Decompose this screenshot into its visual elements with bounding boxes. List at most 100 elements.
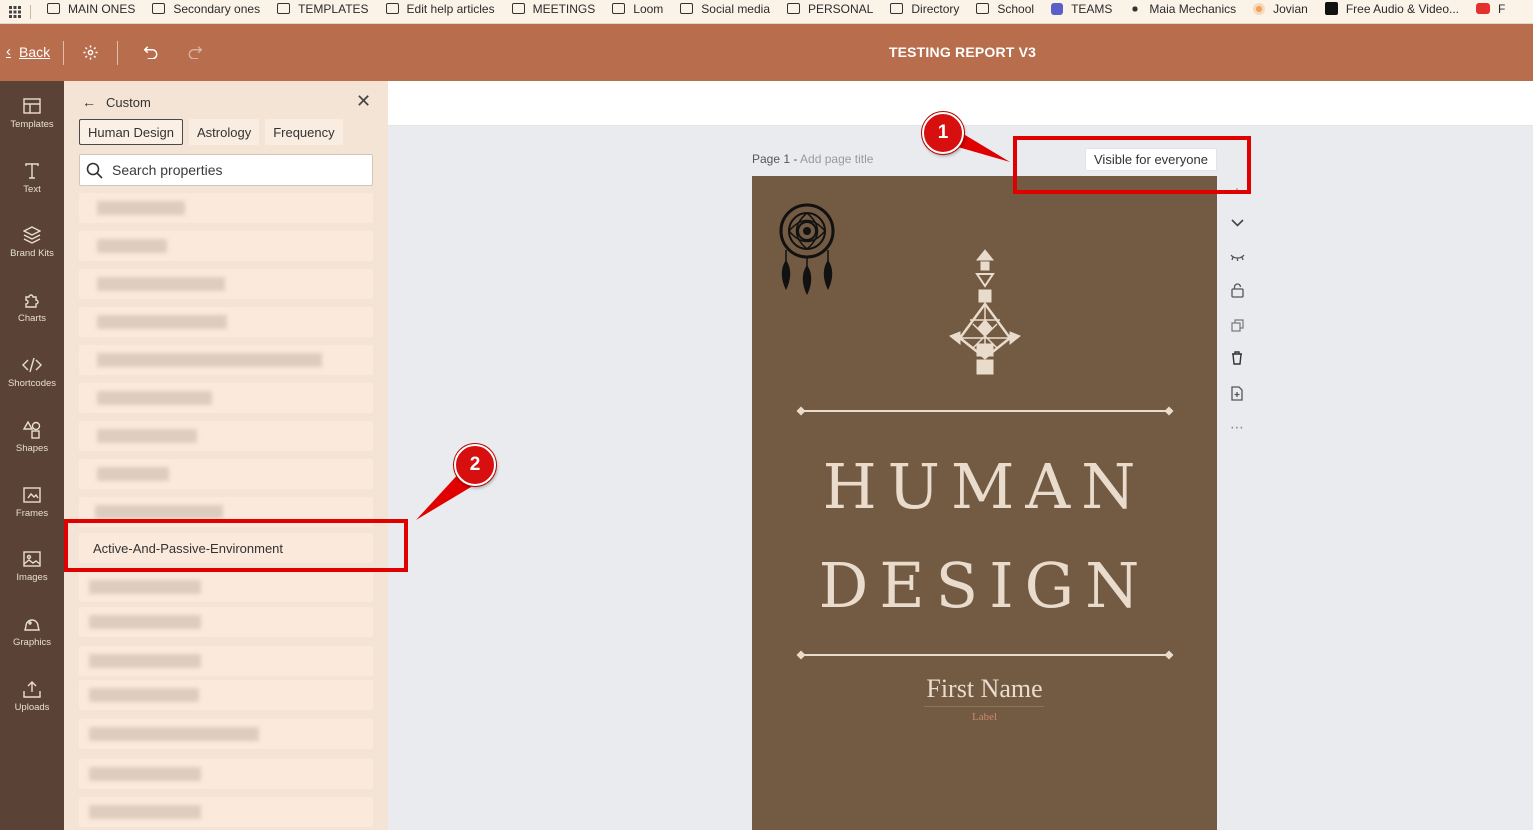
property-item[interactable] xyxy=(79,383,373,413)
bookmark-youtube[interactable]: F xyxy=(1476,2,1505,16)
bookmark-maia-mechanics[interactable]: Maia Mechanics xyxy=(1129,2,1236,16)
property-item[interactable] xyxy=(79,680,373,710)
divider-bottom xyxy=(796,650,1174,660)
bookmark-main-ones[interactable]: MAIN ONES xyxy=(47,2,135,16)
bookmark-school[interactable]: School xyxy=(976,2,1034,16)
bookmark-teams[interactable]: TEAMS xyxy=(1051,2,1112,16)
first-name-text[interactable]: First Name xyxy=(752,674,1217,704)
bookmarks-bar: MAIN ONES Secondary ones TEMPLATES Edit … xyxy=(0,0,1533,24)
bookmark-directory[interactable]: Directory xyxy=(890,2,959,16)
folder-icon xyxy=(385,3,399,14)
folder-icon xyxy=(511,3,525,14)
close-icon[interactable]: ✕ xyxy=(356,92,371,110)
folder-icon xyxy=(277,3,291,14)
properties-panel: ← Custom ✕ Human Design Astrology Freque… xyxy=(64,81,388,830)
tab-human-design[interactable]: Human Design xyxy=(79,119,183,145)
search-icon xyxy=(86,161,104,179)
duplicate-icon[interactable] xyxy=(1226,314,1248,336)
more-options-icon[interactable]: ⋯ xyxy=(1226,416,1248,438)
rail-item-text[interactable]: Text xyxy=(0,160,64,216)
property-item[interactable] xyxy=(79,719,373,749)
report-page[interactable]: HUMAN DESIGN First Name Label xyxy=(752,176,1217,830)
property-item[interactable] xyxy=(79,797,373,827)
folder-icon xyxy=(890,3,904,14)
graphics-icon xyxy=(23,613,41,635)
property-item[interactable] xyxy=(79,607,373,637)
folder-icon xyxy=(976,3,990,14)
youtube-icon xyxy=(1476,3,1490,14)
folder-icon xyxy=(612,3,626,14)
property-item[interactable] xyxy=(79,421,373,451)
bookmark-secondary-ones[interactable]: Secondary ones xyxy=(152,2,260,16)
bookmark-templates[interactable]: TEMPLATES xyxy=(277,2,369,16)
bookmark-meetings[interactable]: MEETINGS xyxy=(511,2,595,16)
frames-icon xyxy=(23,484,41,506)
folder-icon xyxy=(152,3,166,14)
panel-title: Custom xyxy=(106,94,151,110)
name-underline xyxy=(924,706,1044,707)
brand-kits-icon xyxy=(23,224,41,246)
trash-icon[interactable] xyxy=(1226,347,1248,369)
add-page-title-link[interactable]: Add page title xyxy=(800,152,873,166)
images-icon xyxy=(23,548,41,570)
rail-item-frames[interactable]: Frames xyxy=(0,484,64,540)
bookmarks-divider xyxy=(30,4,31,19)
property-item[interactable] xyxy=(79,231,373,261)
add-page-icon[interactable] xyxy=(1226,382,1248,404)
shapes-icon xyxy=(23,419,41,441)
hide-eye-icon[interactable] xyxy=(1226,246,1248,268)
apps-grid-icon[interactable] xyxy=(0,5,30,18)
bodygraph-icon xyxy=(949,249,1021,375)
title-line-1: HUMAN xyxy=(822,450,1147,523)
rail-item-uploads[interactable]: Uploads xyxy=(0,678,64,734)
bookmark-jovian[interactable]: Jovian xyxy=(1253,2,1308,16)
arrow-left-icon[interactable]: ← xyxy=(82,94,96,110)
folder-icon xyxy=(680,3,694,14)
rail-item-graphics[interactable]: Graphics xyxy=(0,613,64,669)
property-item[interactable] xyxy=(79,193,373,223)
annotation-box-1 xyxy=(1013,136,1251,194)
teams-icon xyxy=(1051,2,1064,15)
audio-icon xyxy=(1324,2,1338,15)
property-item[interactable] xyxy=(79,646,373,676)
lock-icon[interactable] xyxy=(1226,279,1248,301)
rail-item-brand-kits[interactable]: Brand Kits xyxy=(0,224,64,280)
property-item[interactable] xyxy=(79,572,373,602)
bookmark-loom[interactable]: Loom xyxy=(612,2,663,16)
maia-icon xyxy=(1129,2,1142,15)
property-item[interactable] xyxy=(79,759,373,789)
rail-item-shapes[interactable]: Shapes xyxy=(0,419,64,475)
bookmark-personal[interactable]: PERSONAL xyxy=(787,2,873,16)
bookmark-social-media[interactable]: Social media xyxy=(680,2,770,16)
search-properties-input[interactable] xyxy=(112,162,362,178)
property-item[interactable] xyxy=(79,345,373,375)
templates-icon xyxy=(23,95,41,117)
jovian-icon xyxy=(1253,2,1266,15)
document-title: TESTING REPORT V3 xyxy=(888,44,1037,60)
chevron-down-icon[interactable] xyxy=(1226,212,1248,234)
title-line-2: DESIGN xyxy=(818,549,1151,622)
text-icon xyxy=(24,160,40,182)
property-item[interactable] xyxy=(79,269,373,299)
annotation-badge-2: 2 xyxy=(454,444,496,486)
property-item[interactable] xyxy=(79,459,373,489)
divider-top xyxy=(796,406,1174,416)
tab-astrology[interactable]: Astrology xyxy=(189,119,260,145)
rail-item-templates[interactable]: Templates xyxy=(0,95,64,151)
shortcodes-icon xyxy=(22,354,42,376)
bookmark-edit-help-articles[interactable]: Edit help articles xyxy=(385,2,495,16)
tab-frequency[interactable]: Frequency xyxy=(265,119,343,145)
rail-item-images[interactable]: Images xyxy=(0,548,64,604)
uploads-icon xyxy=(23,678,41,700)
dreamcatcher-icon xyxy=(779,203,835,295)
rail-item-shortcodes[interactable]: Shortcodes xyxy=(0,354,64,410)
label-text[interactable]: Label xyxy=(752,711,1217,723)
bookmark-free-audio-video[interactable]: Free Audio & Video... xyxy=(1324,2,1459,16)
page-label: Page 1 - Add page title xyxy=(752,152,874,166)
category-tabs: Human Design Astrology Frequency xyxy=(79,119,349,145)
left-tool-rail: Templates Text Brand Kits Charts Shortco… xyxy=(0,81,64,830)
editor-topbar: ‹ Back TESTING REPORT V3 xyxy=(0,24,1533,81)
property-item[interactable] xyxy=(79,307,373,337)
search-box xyxy=(79,154,373,186)
rail-item-charts[interactable]: Charts xyxy=(0,289,64,345)
